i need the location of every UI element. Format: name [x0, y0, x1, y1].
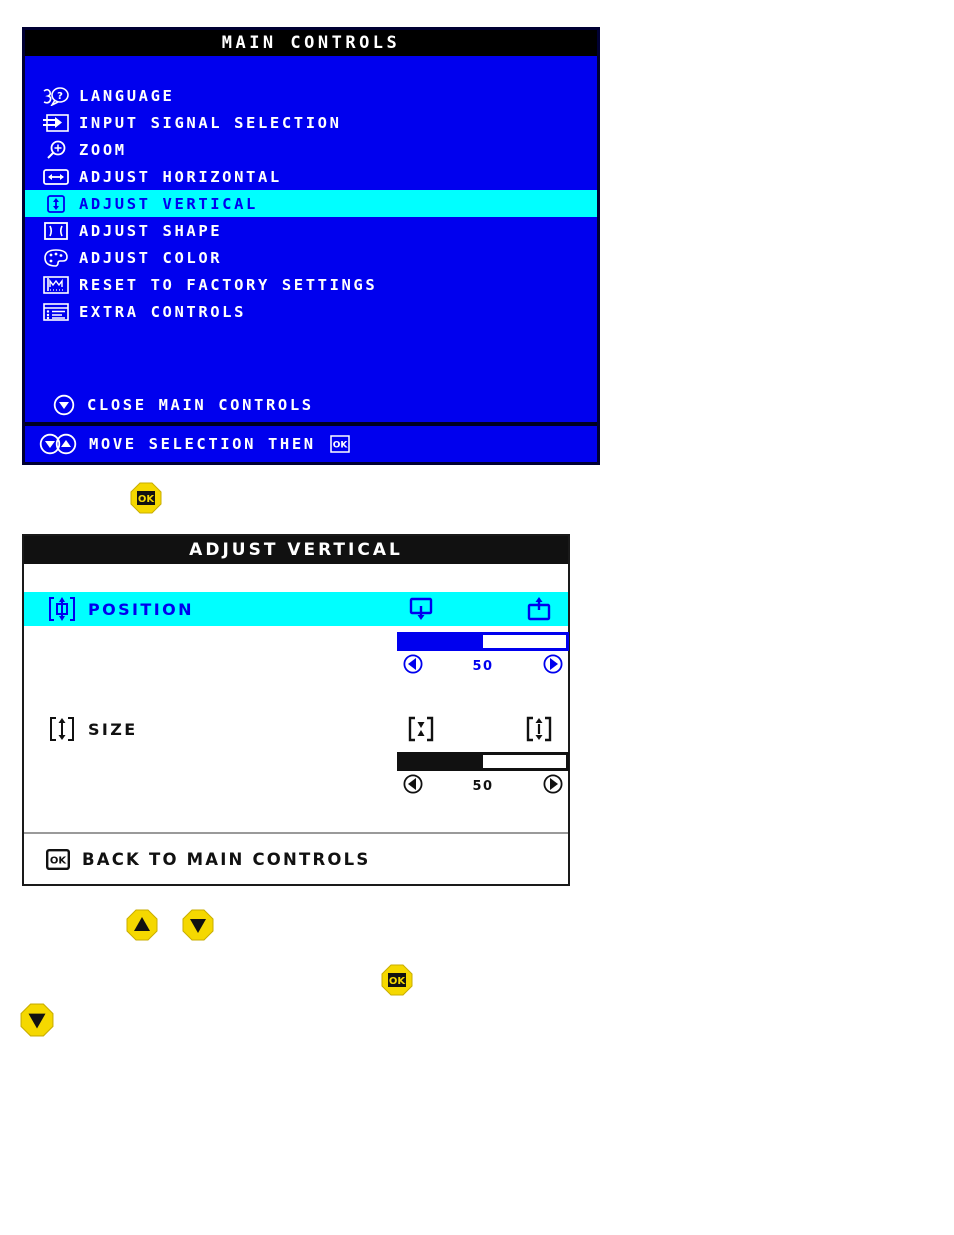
zoom-icon [39, 139, 73, 161]
menu-item-adjust-horizontal[interactable]: ADJUST HORIZONTAL [25, 163, 597, 190]
back-to-main-controls-row[interactable]: OK BACK TO MAIN CONTROLS [24, 832, 568, 884]
menu-item-adjust-vertical[interactable]: ADJUST VERTICAL [25, 190, 597, 217]
reset-factory-icon [39, 274, 73, 296]
size-slider-group: 50 [397, 752, 569, 798]
adjust-vertical-icon [39, 193, 73, 215]
adjust-row-position[interactable]: POSITION [24, 592, 568, 626]
down-button[interactable] [182, 909, 214, 941]
adjust-vertical-title: ADJUST VERTICAL [24, 536, 568, 564]
adjust-horizontal-icon [39, 166, 73, 188]
adjust-row-label: SIZE [88, 719, 138, 739]
main-controls-body: ? LANGUAGE INPUT SIGNAL SELECTION ZOOM A… [25, 56, 597, 462]
menu-item-label: ADJUST HORIZONTAL [79, 167, 282, 186]
left-arrow-circle-icon[interactable] [403, 654, 423, 678]
menu-item-label: ADJUST COLOR [79, 248, 223, 267]
ok-icon: OK [46, 848, 70, 870]
ok-button[interactable]: OK [130, 482, 162, 514]
size-grow-icon[interactable] [524, 712, 554, 746]
position-down-icon[interactable] [406, 592, 436, 626]
main-controls-footer: MOVE SELECTION THEN OK [25, 422, 597, 462]
svg-text:OK: OK [138, 494, 156, 505]
svg-text:OK: OK [332, 441, 348, 451]
position-value: 50 [472, 658, 494, 674]
main-controls-menu-list: ? LANGUAGE INPUT SIGNAL SELECTION ZOOM A… [25, 56, 597, 325]
adjust-vertical-osd-panel: ADJUST VERTICAL POSITION 50 SIZE 50 OK B… [22, 534, 570, 886]
up-button[interactable] [126, 909, 158, 941]
adjust-row-label: POSITION [88, 599, 194, 619]
adjust-vertical-body: POSITION 50 SIZE 50 OK BACK TO MAIN CONT… [24, 564, 569, 884]
menu-item-reset-to-factory-settings[interactable]: RESET TO FACTORY SETTINGS [25, 271, 597, 298]
menu-item-zoom[interactable]: ZOOM [25, 136, 597, 163]
right-arrow-circle-icon[interactable] [543, 654, 563, 678]
svg-text:?: ? [57, 91, 63, 102]
svg-text:OK: OK [50, 855, 68, 866]
adjust-color-icon [39, 247, 73, 269]
ok-button[interactable]: OK [381, 964, 413, 996]
main-controls-title: MAIN CONTROLS [25, 30, 597, 56]
size-slider-track[interactable] [397, 752, 569, 771]
move-selection-label: MOVE SELECTION THEN [89, 435, 316, 453]
menu-item-label: ZOOM [79, 140, 127, 159]
vertical-size-icon [44, 716, 80, 742]
adjust-shape-icon [39, 220, 73, 242]
language-icon: ? [39, 85, 73, 107]
right-arrow-circle-icon[interactable] [543, 774, 563, 798]
menu-item-extra-controls[interactable]: EXTRA CONTROLS [25, 298, 597, 325]
menu-item-close-main-controls[interactable]: CLOSE MAIN CONTROLS [25, 390, 597, 420]
down-button[interactable] [20, 1003, 54, 1037]
position-slider-controls: 50 [397, 654, 569, 678]
menu-item-label: EXTRA CONTROLS [79, 302, 247, 321]
position-slider-track[interactable] [397, 632, 569, 651]
close-main-controls-label: CLOSE MAIN CONTROLS [87, 396, 314, 414]
menu-item-adjust-color[interactable]: ADJUST COLOR [25, 244, 597, 271]
menu-item-input-signal-selection[interactable]: INPUT SIGNAL SELECTION [25, 109, 597, 136]
input-signal-icon [39, 112, 73, 134]
vertical-position-icon [44, 596, 80, 622]
position-slider-fill [400, 635, 483, 648]
size-shrink-icon[interactable] [406, 712, 436, 746]
menu-item-label: LANGUAGE [79, 86, 175, 105]
menu-item-label: INPUT SIGNAL SELECTION [79, 113, 342, 132]
main-controls-osd-panel: MAIN CONTROLS ? LANGUAGE INPUT SIGNAL SE… [22, 27, 600, 465]
back-to-main-controls-label: BACK TO MAIN CONTROLS [82, 849, 371, 869]
left-arrow-circle-icon[interactable] [403, 774, 423, 798]
down-arrow-circle-icon [47, 394, 81, 416]
svg-text:OK: OK [389, 976, 407, 987]
menu-item-adjust-shape[interactable]: ADJUST SHAPE [25, 217, 597, 244]
size-value: 50 [472, 778, 494, 794]
down-up-arrow-circle-icons [39, 433, 81, 455]
size-slider-fill [400, 755, 483, 768]
ok-icon: OK [329, 435, 350, 453]
adjust-row-size[interactable]: SIZE [24, 712, 568, 746]
extra-controls-icon [39, 301, 73, 323]
position-up-icon[interactable] [524, 592, 554, 626]
menu-item-label: ADJUST VERTICAL [79, 194, 258, 213]
position-slider-group: 50 [397, 632, 569, 678]
menu-item-language[interactable]: ? LANGUAGE [25, 82, 597, 109]
size-slider-controls: 50 [397, 774, 569, 798]
menu-item-label: RESET TO FACTORY SETTINGS [79, 275, 378, 294]
menu-item-label: ADJUST SHAPE [79, 221, 223, 240]
